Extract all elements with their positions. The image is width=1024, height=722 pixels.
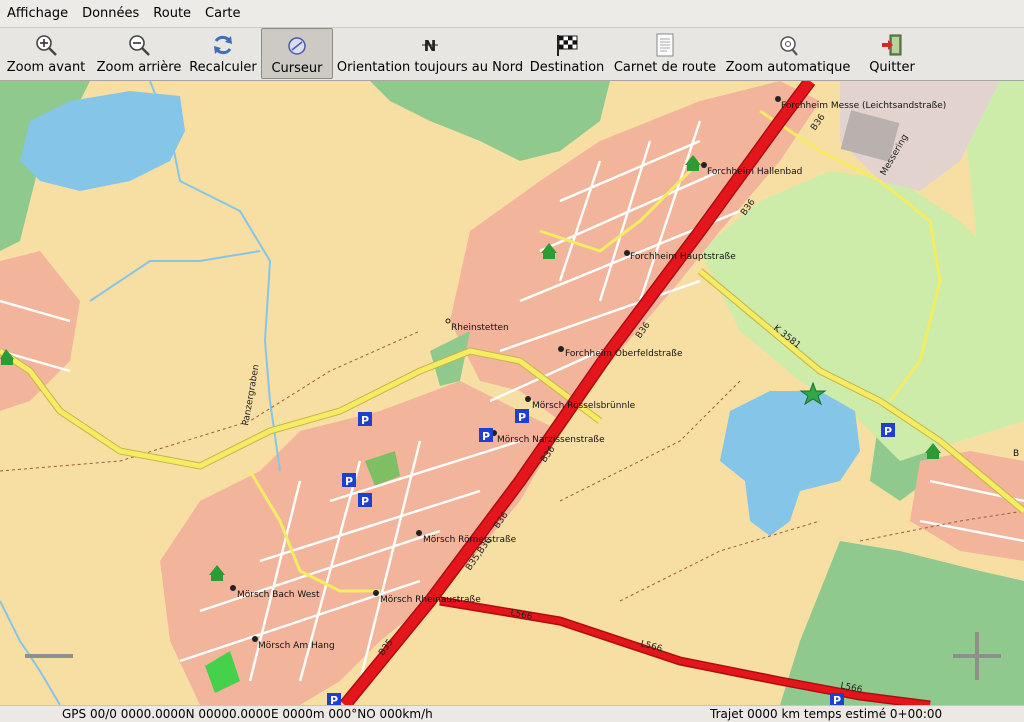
north-orientation-button[interactable]: N Orientation toujours au Nord: [336, 28, 524, 79]
svg-text:P: P: [833, 694, 841, 705]
menu-donnees-label: Données: [82, 6, 140, 21]
svg-text:P: P: [482, 430, 490, 443]
quit-label: Quitter: [869, 60, 915, 75]
label-hauptstrasse: Forchheim Hauptstraße: [630, 252, 736, 262]
roadbook-button[interactable]: Carnet de route: [610, 28, 720, 79]
stop-marker: [230, 585, 236, 591]
stop-marker: [373, 590, 379, 596]
parking-icon: P: [881, 423, 895, 438]
label-roesselsbruennle: Mörsch Rösselsbrünnle: [532, 401, 636, 411]
checkered-flag-icon: [557, 35, 578, 56]
toolbar: Zoom avant Zoom arrière Recalculer Curse…: [0, 28, 1024, 81]
cursor-label: Curseur: [271, 61, 323, 76]
stop-marker: [558, 346, 564, 352]
status-bar: GPS 00/0 0000.0000N 00000.0000E 0000m 00…: [0, 705, 1024, 722]
exit-door-icon: [882, 34, 902, 56]
label-rheinstetten: Rheinstetten: [451, 323, 509, 333]
menu-donnees[interactable]: Données: [75, 0, 146, 27]
parking-icon: P: [830, 693, 844, 705]
autozoom-icon: [780, 36, 798, 56]
north-letter: N: [424, 37, 437, 55]
recalculate-button[interactable]: Recalculer: [188, 28, 258, 79]
label-messe: Forchheim Messe (Leichtsandstraße): [781, 101, 946, 111]
map-view[interactable]: B36 B36 B36 B36 B35,B36 B36 B35 K 3581 L…: [0, 81, 1024, 705]
parking-icon: P: [358, 412, 372, 427]
cursor-button[interactable]: Curseur: [261, 28, 333, 79]
menu-bar: Affichage Données Route Carte: [0, 0, 1024, 28]
autozoom-button[interactable]: Zoom automatique: [723, 28, 853, 79]
svg-text:P: P: [884, 425, 892, 438]
recalculate-label: Recalculer: [189, 60, 257, 75]
svg-text:P: P: [361, 414, 369, 427]
label-edge-b: B: [1013, 449, 1019, 459]
north-arrow-icon: N: [422, 37, 438, 55]
parking-icon: P: [327, 693, 341, 705]
svg-text:P: P: [345, 475, 353, 488]
zoom-out-icon: [129, 35, 150, 56]
menu-route-label: Route: [153, 6, 192, 21]
menu-route[interactable]: Route: [146, 0, 198, 27]
gps-status: GPS 00/0 0000.0000N 00000.0000E 0000m 00…: [62, 707, 433, 721]
zoom-in-label: Zoom avant: [6, 60, 86, 75]
menu-affichage[interactable]: Affichage: [0, 0, 75, 27]
parking-icon: P: [479, 428, 493, 443]
north-orientation-label: Orientation toujours au Nord: [336, 60, 524, 75]
map-canvas[interactable]: B36 B36 B36 B36 B35,B36 B36 B35 K 3581 L…: [0, 81, 1024, 705]
parking-icon: P: [342, 473, 356, 488]
parking-icon: P: [515, 409, 529, 424]
stop-marker: [525, 396, 531, 402]
svg-text:P: P: [330, 694, 338, 705]
label-roemerstrasse: Mörsch Römerstraße: [423, 535, 517, 545]
label-oberfeldstrasse: Forchheim Oberfeldstraße: [565, 349, 683, 359]
menu-carte-label: Carte: [205, 6, 241, 21]
parking-icon: P: [358, 493, 372, 508]
label-bach-west: Mörsch Bach West: [237, 590, 320, 600]
label-narzissenstrasse: Mörsch Narzissenstraße: [497, 435, 605, 445]
zoom-out-overlay-icon[interactable]: [25, 654, 73, 658]
label-am-hang: Mörsch Am Hang: [258, 641, 335, 651]
zoom-in-button[interactable]: Zoom avant: [2, 28, 90, 79]
menu-carte[interactable]: Carte: [198, 0, 247, 27]
destination-button[interactable]: Destination: [527, 28, 607, 79]
refresh-icon: [214, 35, 232, 55]
stop-marker: [416, 530, 422, 536]
cursor-icon: [288, 37, 306, 55]
destination-label: Destination: [529, 60, 605, 75]
autozoom-label: Zoom automatique: [725, 60, 851, 75]
zoom-out-label: Zoom arrière: [96, 60, 182, 75]
document-icon: [656, 33, 674, 57]
label-hallenbad: Forchheim Hallenbad: [707, 167, 802, 177]
route-status: Trajet 0000 km temps estimé 0+00:00: [710, 707, 943, 721]
zoom-in-icon: [36, 35, 57, 56]
quit-button[interactable]: Quitter: [862, 28, 922, 79]
zoom-out-button[interactable]: Zoom arrière: [92, 28, 186, 79]
svg-text:P: P: [518, 411, 526, 424]
roadbook-label: Carnet de route: [613, 60, 717, 75]
svg-text:P: P: [361, 495, 369, 508]
menu-affichage-label: Affichage: [7, 6, 69, 21]
label-rheinaustrasse: Mörsch Rheinaustraße: [380, 595, 481, 605]
